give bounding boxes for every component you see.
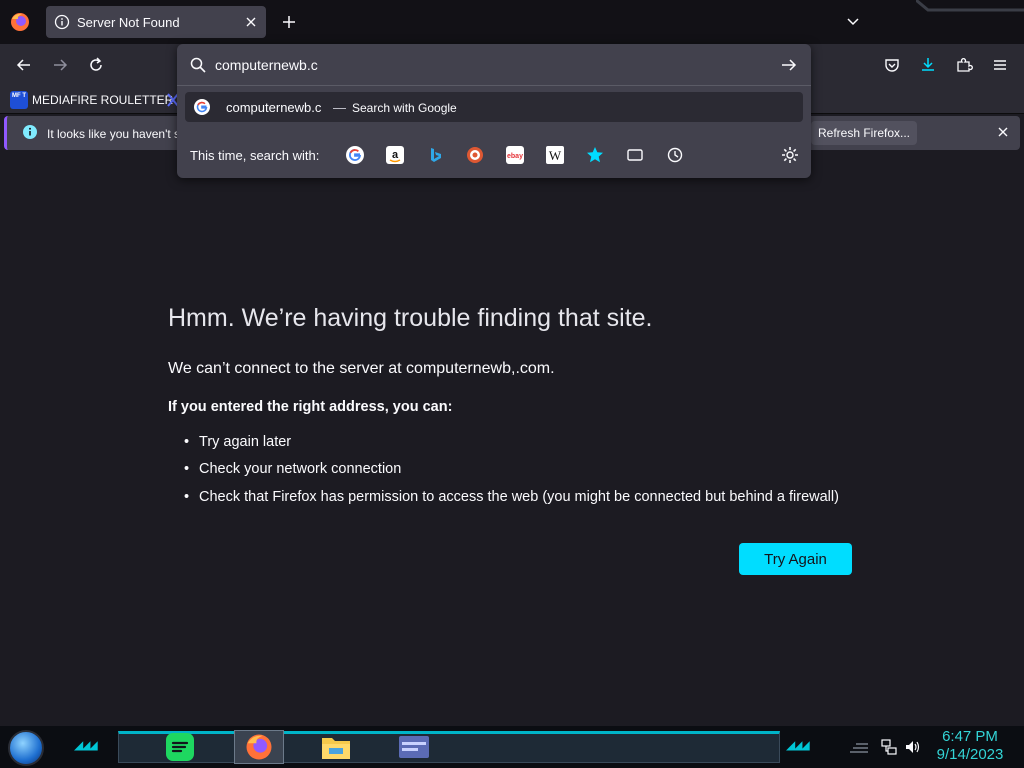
gear-icon[interactable]: [780, 145, 800, 165]
reload-icon[interactable]: [80, 49, 112, 81]
one-off-search-label: This time, search with:: [190, 148, 320, 163]
mediafire-bookmark-icon: MF T: [10, 91, 28, 109]
firefox-menu-icon[interactable]: [8, 10, 32, 34]
taskbar-clock[interactable]: 6:47 PM 9/14/2023: [920, 728, 1020, 764]
notification-text: It looks like you haven't st: [47, 127, 177, 141]
svg-text:W: W: [549, 148, 562, 163]
wikipedia-icon[interactable]: W: [544, 144, 566, 166]
back-arrow-icon[interactable]: [8, 49, 40, 81]
list-item: Try again later: [184, 434, 291, 450]
refresh-firefox-button[interactable]: Refresh Firefox...: [811, 121, 917, 145]
taskbar-decoration: ◢◢◢: [74, 738, 98, 752]
google-icon[interactable]: [344, 144, 366, 166]
firefox-icon[interactable]: [234, 730, 284, 764]
taskbar-decoration: ◢◢◢: [786, 738, 810, 752]
show-desktop-icon[interactable]: [848, 738, 870, 756]
svg-text:a: a: [392, 149, 399, 161]
error-description: We can’t connect to the server at comput…: [168, 360, 555, 377]
file-explorer-icon[interactable]: [314, 730, 358, 764]
tab-strip: Server Not Found: [0, 0, 1024, 44]
go-arrow-icon[interactable]: [779, 55, 799, 75]
list-item: Check that Firefox has permission to acc…: [184, 489, 839, 505]
urlbar-dropdown: computernewb.c — Search with Google This…: [177, 44, 811, 178]
downloads-icon[interactable]: [912, 49, 944, 81]
clock-date: 9/14/2023: [936, 746, 1004, 763]
divider: [177, 85, 811, 86]
try-again-button[interactable]: Try Again: [739, 543, 852, 575]
taskbar: ◢◢◢ ◢◢◢ 6:47 PM 9/14/2023: [0, 726, 1024, 768]
tabs-icon[interactable]: [624, 144, 646, 166]
search-icon: [189, 56, 207, 74]
tab-title: Server Not Found: [77, 15, 180, 30]
info-icon: [22, 124, 38, 140]
suggestion-separator: —: [333, 100, 346, 115]
suggestion-query: computernewb.c: [226, 100, 322, 115]
window-icon[interactable]: [392, 730, 436, 764]
svg-text:ebay: ebay: [507, 153, 523, 160]
bookmarks-star-icon[interactable]: [584, 144, 606, 166]
forward-arrow-icon[interactable]: [44, 49, 76, 81]
google-icon: [194, 99, 210, 115]
amazon-icon[interactable]: a: [384, 144, 406, 166]
close-tab-icon[interactable]: [242, 13, 260, 31]
tab-server-not-found[interactable]: Server Not Found: [46, 6, 266, 38]
bookmark-mediafire-rouletter[interactable]: MF T MEDIAFIRE ROULETTER: [10, 88, 173, 112]
taskbar-dock: [118, 731, 780, 763]
suggestion-action: Search with Google: [352, 101, 457, 115]
history-icon[interactable]: [664, 144, 686, 166]
page-title: Hmm. We’re having trouble finding that s…: [168, 304, 653, 332]
list-item: Check your network connection: [184, 461, 401, 477]
hamburger-menu-icon[interactable]: [984, 49, 1016, 81]
network-icon[interactable]: [880, 738, 898, 756]
new-tab-icon[interactable]: [280, 13, 298, 31]
url-input[interactable]: [215, 52, 775, 78]
bookmark-label: MEDIAFIRE ROULETTER: [32, 93, 174, 107]
pocket-icon[interactable]: [876, 49, 908, 81]
chevron-down-icon[interactable]: [844, 13, 862, 31]
extensions-puzzle-icon[interactable]: [948, 49, 980, 81]
clock-time: 6:47 PM: [942, 728, 998, 745]
suggestions-heading: If you entered the right address, you ca…: [168, 399, 453, 415]
bing-icon[interactable]: [424, 144, 446, 166]
start-button[interactable]: [8, 730, 44, 766]
spotify-icon[interactable]: [158, 730, 202, 764]
error-page: Hmm. We’re having trouble finding that s…: [0, 151, 1024, 726]
search-suggestion-row[interactable]: computernewb.c — Search with Google: [185, 92, 803, 122]
duckduckgo-icon[interactable]: [464, 144, 486, 166]
close-icon[interactable]: [995, 124, 1011, 140]
ebay-icon[interactable]: ebay: [504, 144, 526, 166]
info-icon: [54, 14, 70, 30]
window-frame-decoration: [916, 0, 1024, 12]
